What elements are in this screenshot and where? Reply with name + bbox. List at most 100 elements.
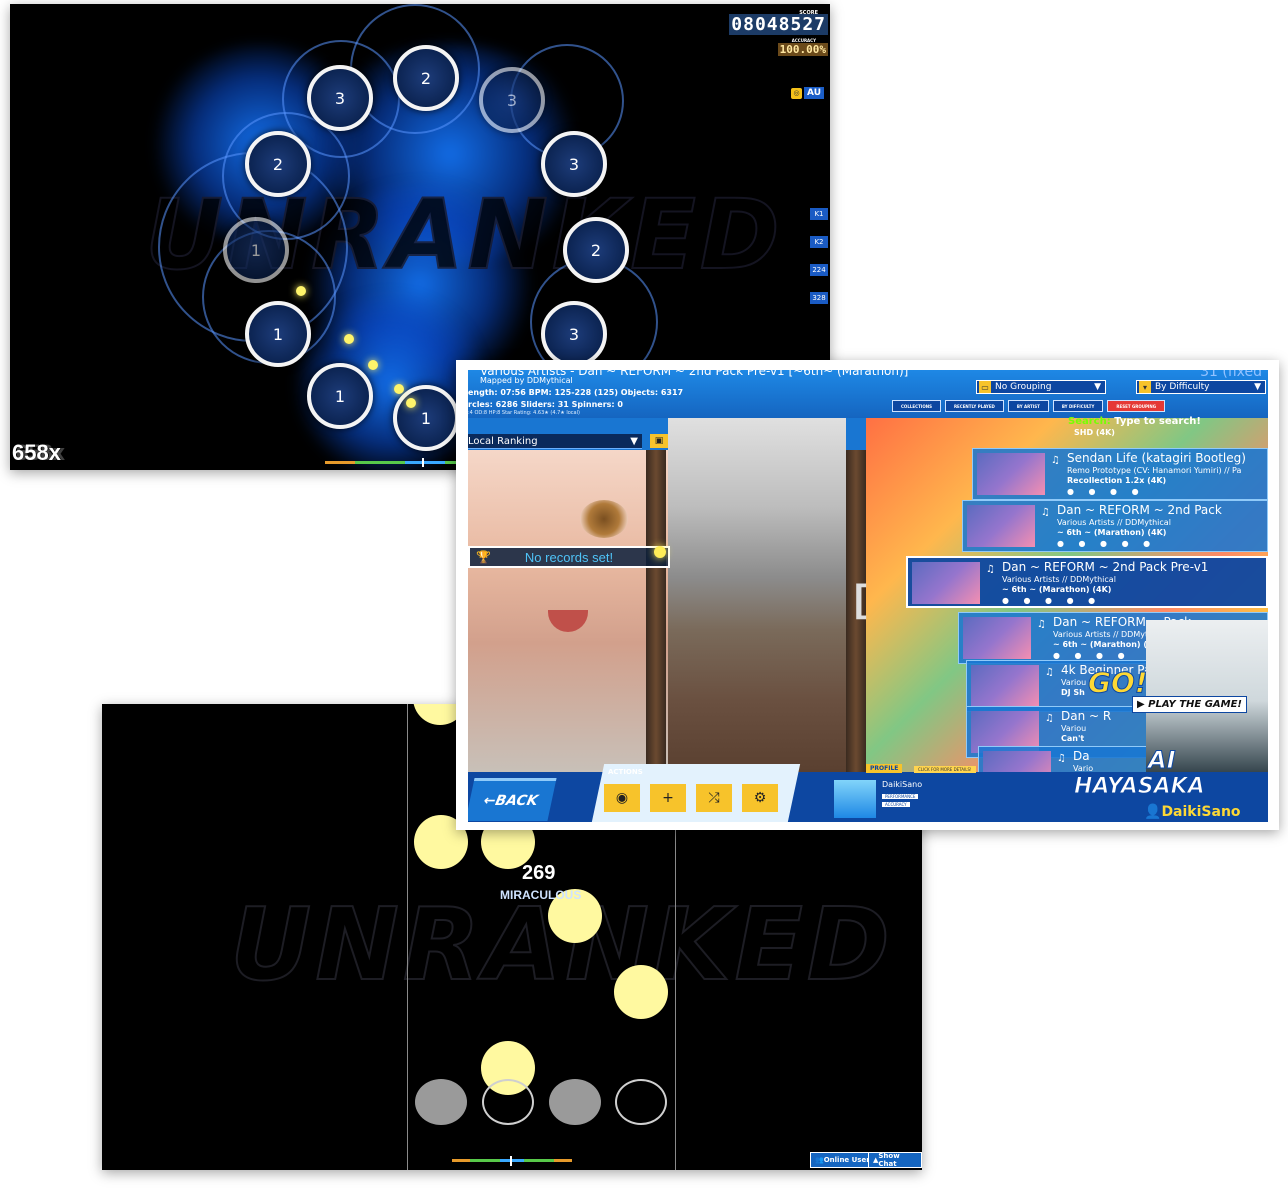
ranking-dropdown[interactable]: Local Ranking ▼ xyxy=(468,434,642,449)
receptor-lane-3 xyxy=(549,1079,601,1125)
mod-indicator: ◎ AU xyxy=(791,87,824,99)
back-label: BACK xyxy=(493,793,540,809)
art-detail xyxy=(580,500,628,538)
hit-circle: 3 xyxy=(541,131,607,197)
random-button[interactable]: ⤮ xyxy=(696,784,732,812)
piano-icon: ♫ xyxy=(1037,619,1046,630)
avatar[interactable] xyxy=(834,780,876,818)
row-artist: Various Artists // DDMythi xyxy=(1053,630,1156,639)
beatmap-thumbnail xyxy=(967,505,1035,547)
tab-reset-grouping[interactable]: RESET GROUPING xyxy=(1107,400,1166,412)
play-button[interactable]: ▶ PLAY THE GAME! xyxy=(1132,696,1247,713)
row-stars: ● ● ● ● ● xyxy=(1057,539,1157,548)
options-button[interactable]: ⚙ xyxy=(742,784,778,812)
frame-pillar xyxy=(646,450,666,772)
beatmap-thumbnail xyxy=(912,562,980,604)
profile-label: PROFILE xyxy=(866,764,903,773)
tab-by-difficulty[interactable]: BY DIFFICULTY xyxy=(1052,400,1104,412)
beatmap-thumbnail xyxy=(971,665,1039,707)
mods-button[interactable]: ◉ xyxy=(604,784,640,812)
beatmap-row-selected[interactable]: ♫ Dan ~ REFORM ~ 2nd Pack Pre-v1 Various… xyxy=(906,556,1268,608)
row-stars: ● ● ● ● xyxy=(1053,651,1131,660)
hit-circle: 2 xyxy=(563,217,629,283)
no-records-panel: 🏆 No records set! xyxy=(468,546,670,568)
search-label: Search: xyxy=(1068,416,1111,427)
row-difficulty: DJ Sh xyxy=(1061,688,1085,697)
piano-icon: ♫ xyxy=(1051,455,1060,466)
hit-error-tick xyxy=(510,1156,512,1166)
row-title: Sendan Life (katagiri Bootleg) xyxy=(1067,451,1246,465)
sorting-dropdown[interactable]: ▾ By Difficulty ▼ xyxy=(1136,380,1266,394)
row-title: Dan ~ R xyxy=(1061,709,1112,723)
judgement-text: MIRACULOUS xyxy=(500,888,582,902)
combo-counter: 658x xyxy=(12,440,61,465)
row-artist: Various Artists // DDMythical xyxy=(1057,518,1171,527)
piano-icon: ♫ xyxy=(1045,713,1054,724)
fixed-label: 31 (fixed xyxy=(1200,370,1262,380)
play-label: PLAY THE GAME! xyxy=(1148,699,1242,710)
grouping-dropdown[interactable]: ▭ No Grouping ▼ xyxy=(976,380,1106,394)
play-icon: ▶ xyxy=(1137,699,1149,710)
ranking-value: Local Ranking xyxy=(468,435,538,447)
cursor xyxy=(406,398,416,408)
grouping-tabs: COLLECTIONS RECENTLY PLAYED BY ARTIST BY… xyxy=(892,400,1166,412)
user-icon: 👤 xyxy=(1144,804,1162,820)
follow-point xyxy=(296,286,306,296)
hit-error-tick xyxy=(422,458,424,467)
show-chat-label: Show Chat xyxy=(878,1152,900,1168)
beatmap-stats: :4 OD:8 HP:8 Star Rating: 4.63★ (4.7★ lo… xyxy=(468,410,580,416)
beatmap-row[interactable]: ♫ Sendan Life (katagiri Bootleg) Remo Pr… xyxy=(972,448,1268,500)
performance-label: PERFORMANCE xyxy=(882,794,919,799)
follow-point xyxy=(368,360,378,370)
chevron-down-icon: ▼ xyxy=(630,435,638,447)
beatmap-length: ength: 07:56 BPM: 125-228 (125) Objects:… xyxy=(468,388,684,397)
hit-circle: 3 xyxy=(541,301,607,367)
combo-counter: 269 xyxy=(522,862,556,884)
accuracy-label: ACCURACY xyxy=(882,802,910,807)
piano-icon: ♫ xyxy=(986,564,995,575)
receptor-lane-4 xyxy=(615,1079,667,1125)
hit-circle: 3 xyxy=(479,67,545,133)
background-art xyxy=(668,418,846,772)
row-artist: Various Artists // DDMythical xyxy=(1002,575,1116,584)
profile-details-link[interactable]: CLICK FOR MORE DETAILS! xyxy=(914,766,976,773)
bracket-icon: [ xyxy=(848,578,873,624)
score-counter: 08048527 xyxy=(729,14,828,35)
list-top-item: SHD (4K) xyxy=(1074,428,1115,437)
character-last-name: HAYASAKA xyxy=(1074,774,1206,800)
piano-icon: ♫ xyxy=(1057,753,1066,764)
username-text: DaikiSano xyxy=(1161,804,1241,820)
chat-icon[interactable]: ▣ xyxy=(650,434,668,448)
chevron-down-icon: ▼ xyxy=(1254,382,1261,392)
receptor-lane-2 xyxy=(482,1079,534,1125)
piano-icon: ♫ xyxy=(1041,507,1050,518)
filter-icon: ▾ xyxy=(1139,381,1151,393)
users-icon: 👥 xyxy=(815,1156,824,1164)
beatmap-row[interactable]: ♫ Dan ~ REFORM ~ 2nd Pack Various Artist… xyxy=(962,500,1268,552)
row-artist: Remo Prototype (CV: Hanamori Yumiri) // … xyxy=(1067,466,1242,475)
character-art xyxy=(468,450,668,772)
back-button[interactable]: ← BACK xyxy=(468,778,557,821)
show-chat-button[interactable]: ▲ Show Chat xyxy=(868,1152,922,1168)
go-label: GO! xyxy=(1088,666,1149,700)
art-detail xyxy=(548,610,588,632)
username: 👤DaikiSano xyxy=(1144,804,1241,820)
add-button[interactable]: + xyxy=(650,784,686,812)
search-hint[interactable]: Search: Type to search! xyxy=(1068,416,1201,427)
tab-recently-played[interactable]: RECENTLY PLAYED xyxy=(944,400,1004,412)
tab-by-artist[interactable]: BY ARTIST xyxy=(1007,400,1049,412)
key-overlay-k1: K1 xyxy=(810,208,828,220)
lane-border xyxy=(407,704,408,1170)
tab-collections[interactable]: COLLECTIONS xyxy=(892,400,941,412)
row-difficulty: Can't xyxy=(1061,734,1085,743)
row-difficulty: Recollection 1.2x (4K) xyxy=(1067,476,1167,485)
row-title: Dan ~ REFORM ~ 2nd Pack Pre-v1 xyxy=(1002,560,1209,574)
mod-icon: ◎ xyxy=(791,87,802,99)
piano-icon: ♫ xyxy=(1045,667,1054,678)
hit-error-bar xyxy=(452,1159,572,1162)
hit-circle: 2 xyxy=(393,45,459,111)
sorting-value: By Difficulty xyxy=(1155,382,1210,392)
follow-point xyxy=(394,384,404,394)
hit-circle: 1 xyxy=(393,385,459,451)
hit-circle: 3 xyxy=(307,65,373,131)
